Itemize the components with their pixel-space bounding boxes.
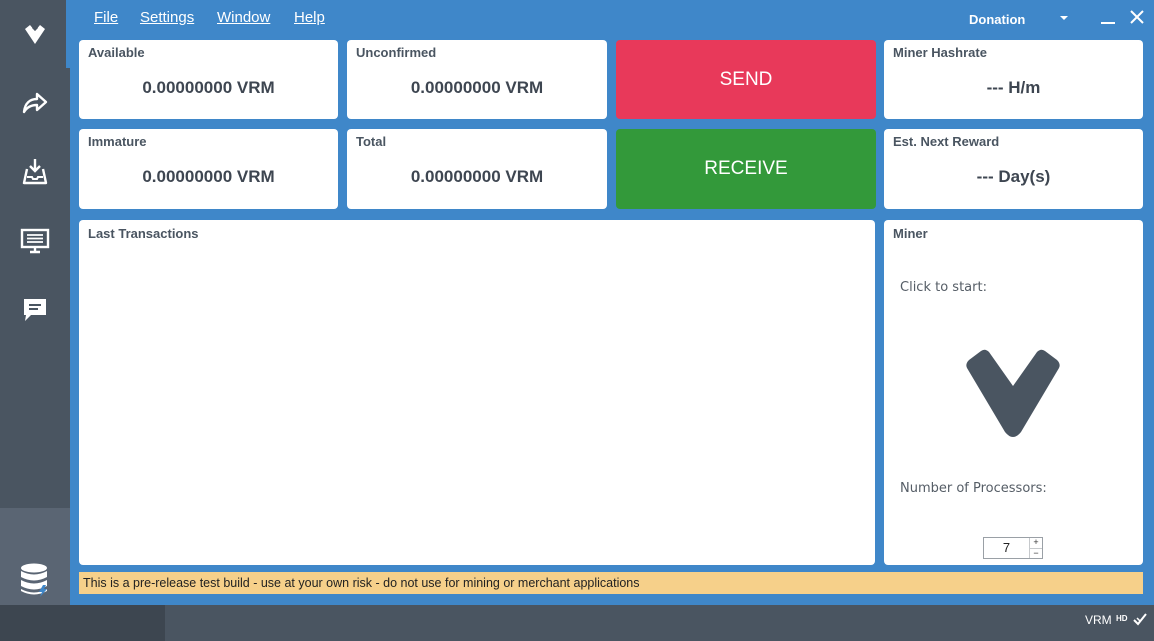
processors-stepper[interactable]: 7 + − bbox=[983, 537, 1043, 559]
status-segment bbox=[0, 605, 165, 641]
unconfirmed-value: 0.00000000 VRM bbox=[410, 78, 544, 97]
prerelease-warning: This is a pre-release test build - use a… bbox=[79, 572, 1143, 594]
sidebar bbox=[0, 0, 70, 605]
sidebar-item-overview[interactable] bbox=[0, 0, 70, 68]
total-card: Total 0.00000000 VRM bbox=[347, 129, 607, 209]
database-icon bbox=[21, 563, 47, 597]
chevron-down-icon[interactable] bbox=[1060, 16, 1068, 20]
vericoin-logo-icon bbox=[25, 25, 45, 44]
menu-bar: File Settings Window Help Donation bbox=[70, 0, 1154, 36]
donation-dropdown[interactable]: Donation bbox=[969, 12, 1025, 27]
chat-bubble-icon bbox=[24, 299, 46, 321]
immature-value: 0.00000000 VRM bbox=[142, 167, 275, 186]
available-title: Available bbox=[88, 45, 145, 60]
next-reward-value: --- Day(s) bbox=[976, 167, 1051, 186]
status-hd: HD bbox=[1116, 614, 1128, 623]
last-transactions-panel: Last Transactions bbox=[79, 220, 875, 565]
menu-file[interactable]: File bbox=[94, 9, 118, 26]
hashrate-card: Miner Hashrate --- H/m bbox=[884, 40, 1143, 119]
hashrate-value: --- H/m bbox=[986, 78, 1041, 97]
sidebar-item-send[interactable] bbox=[0, 69, 70, 137]
total-title: Total bbox=[356, 134, 387, 149]
miner-panel: Miner Click to start: Number of Processo… bbox=[884, 220, 1143, 565]
click-to-start-label: Click to start: bbox=[900, 280, 987, 295]
send-button[interactable]: SEND bbox=[616, 40, 876, 119]
next-reward-card: Est. Next Reward --- Day(s) bbox=[884, 129, 1143, 209]
decrement-button[interactable]: − bbox=[1030, 548, 1042, 559]
miner-title: Miner bbox=[893, 226, 928, 241]
status-bar: VRM HD bbox=[0, 605, 1154, 641]
stepper-buttons: + − bbox=[1030, 538, 1042, 558]
receive-tray-icon bbox=[22, 159, 48, 185]
sidebar-nav bbox=[0, 0, 70, 508]
sidebar-item-receive[interactable] bbox=[0, 138, 70, 206]
unconfirmed-title: Unconfirmed bbox=[356, 45, 437, 60]
start-mining-button[interactable] bbox=[963, 338, 1063, 440]
receive-button[interactable]: RECEIVE bbox=[616, 129, 876, 209]
unconfirmed-card: Unconfirmed 0.00000000 VRM bbox=[347, 40, 607, 119]
menu-settings[interactable]: Settings bbox=[140, 9, 194, 26]
next-reward-title: Est. Next Reward bbox=[893, 134, 1000, 149]
available-value: 0.00000000 VRM bbox=[142, 78, 275, 97]
send-arrow-icon bbox=[22, 92, 48, 114]
last-transactions-title: Last Transactions bbox=[88, 226, 199, 241]
total-value: 0.00000000 VRM bbox=[410, 167, 544, 186]
close-button[interactable] bbox=[1128, 8, 1146, 26]
menu-window[interactable]: Window bbox=[217, 9, 270, 26]
vericoin-logo-icon bbox=[966, 342, 1060, 437]
minimize-button[interactable] bbox=[1100, 10, 1116, 26]
main-panel: File Settings Window Help Donation Avail… bbox=[70, 0, 1154, 605]
monitor-list-icon bbox=[20, 228, 50, 254]
sidebar-item-chat[interactable] bbox=[0, 276, 70, 344]
processors-value[interactable]: 7 bbox=[984, 538, 1030, 558]
sidebar-item-transactions[interactable] bbox=[0, 207, 70, 275]
menu-help[interactable]: Help bbox=[294, 9, 325, 26]
hashrate-title: Miner Hashrate bbox=[893, 45, 987, 60]
app-window: File Settings Window Help Donation Avail… bbox=[0, 0, 1154, 641]
immature-title: Immature bbox=[88, 134, 147, 149]
immature-card: Immature 0.00000000 VRM bbox=[79, 129, 338, 209]
checkmark-icon bbox=[1133, 613, 1147, 626]
available-card: Available 0.00000000 VRM bbox=[79, 40, 338, 119]
processors-label: Number of Processors: bbox=[900, 481, 1047, 496]
database-status[interactable] bbox=[19, 562, 51, 603]
close-icon bbox=[1130, 10, 1144, 24]
increment-button[interactable]: + bbox=[1030, 538, 1042, 549]
sidebar-bottom bbox=[0, 508, 70, 605]
status-unit[interactable]: VRM bbox=[1085, 613, 1112, 627]
